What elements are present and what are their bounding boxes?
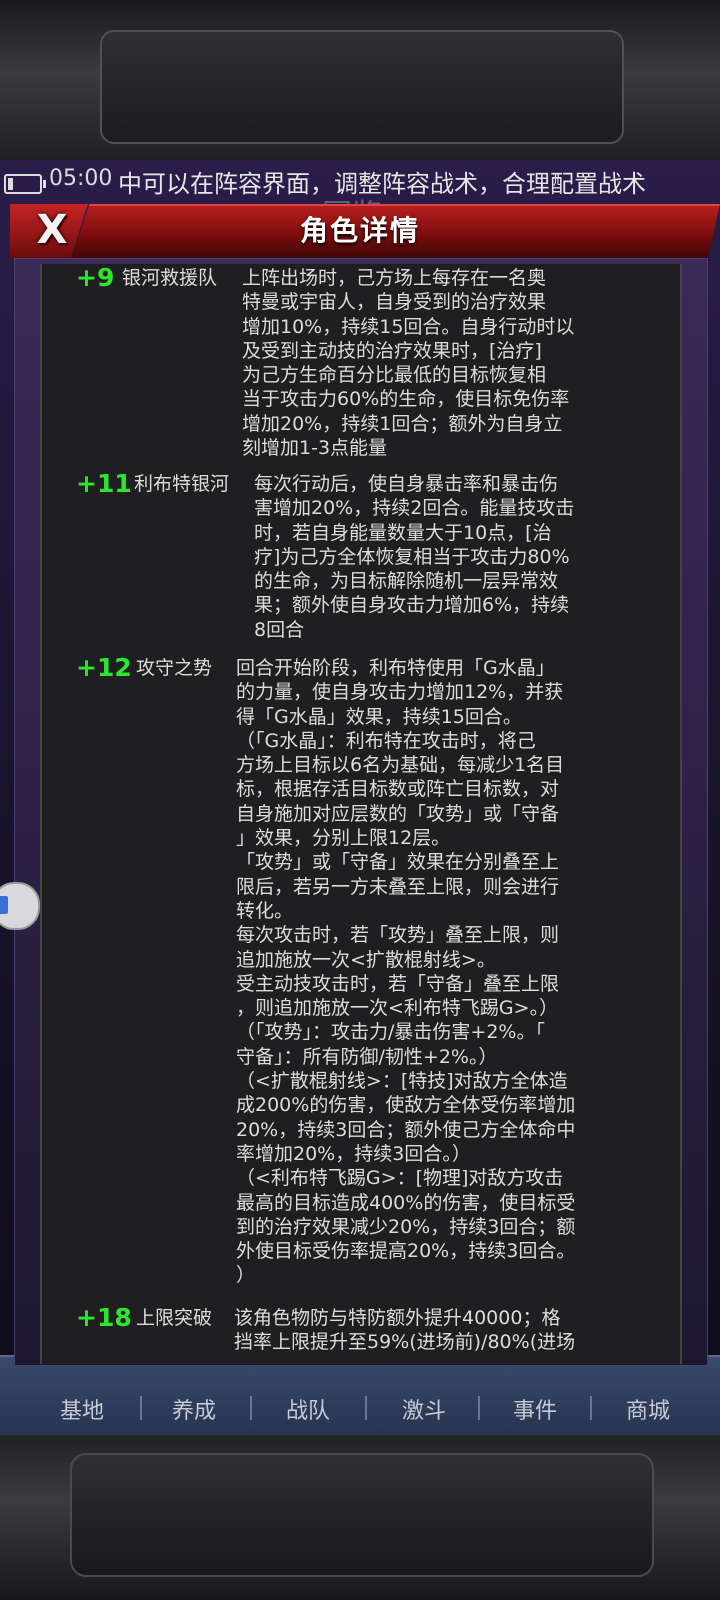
skill-level: +18 (76, 1303, 132, 1332)
nav-item-team[interactable]: 战队 (268, 1393, 348, 1425)
nav-divider (590, 1396, 592, 1420)
skill-level: +12 (76, 653, 132, 682)
skill-level: +11 (76, 469, 132, 498)
skill-name: 利布特银河 (134, 473, 230, 495)
character-detail-dialog: X 角色详情 +9 银河救援队 上阵出场时，己方场上每存在一名奥 特曼或宇宙人，… (10, 204, 720, 1366)
skill-name: 攻守之势 (136, 657, 213, 679)
nav-item-cultivate[interactable]: 养成 (154, 1393, 234, 1425)
skill-description: 每次行动后，使自身暴击率和暴击伤 害增加20%，持续2回合。能量技攻击 时，若自… (254, 473, 575, 641)
device-frame-top (0, 0, 720, 160)
side-floating-button[interactable] (0, 882, 40, 930)
device-frame-bottom (0, 1435, 720, 1600)
nav-divider (478, 1396, 480, 1420)
nav-item-battle[interactable]: 激斗 (384, 1393, 464, 1425)
skill-name: 上限突破 (136, 1307, 213, 1329)
nav-item-shop[interactable]: 商城 (608, 1393, 688, 1425)
skill-description: 回合开始阶段，利布特使用「G水晶」 的力量，使自身攻击力增加12%，并获 得「G… (236, 657, 576, 1287)
skill-name: 银河救援队 (122, 267, 218, 289)
bookmark-icon (0, 896, 8, 914)
nav-divider (140, 1396, 142, 1420)
scrolling-tip-text: 中可以在阵容界面，调整阵容战术，合理配置战术 (118, 170, 646, 198)
battery-icon (4, 174, 46, 194)
nav-divider (250, 1396, 252, 1420)
nav-item-base[interactable]: 基地 (42, 1393, 122, 1425)
status-time: 05:00 (49, 166, 113, 191)
skill-list[interactable]: +9 银河救援队 上阵出场时，己方场上每存在一名奥 特曼或宇宙人，自身受到的治疗… (40, 264, 682, 1364)
skill-description: 上阵出场时，己方场上每存在一名奥 特曼或宇宙人，自身受到的治疗效果 增加10%，… (242, 267, 575, 460)
skill-level: +9 (76, 264, 115, 292)
nav-item-events[interactable]: 事件 (495, 1393, 575, 1425)
skill-description: 该角色物防与特防额外提升40000；格 挡率上限提升至59%(进场前)/80%(… (234, 1307, 576, 1354)
dialog-title: 角色详情 (299, 214, 420, 247)
nav-divider (365, 1396, 367, 1420)
